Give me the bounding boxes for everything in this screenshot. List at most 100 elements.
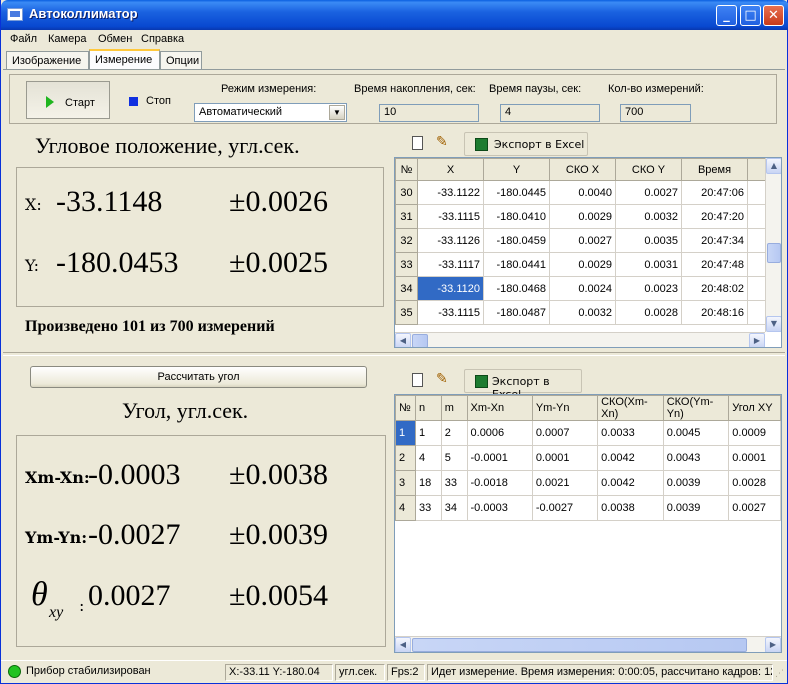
- table-cell[interactable]: 34: [440, 495, 468, 521]
- export-excel-button[interactable]: Экспорт в Excel: [464, 132, 588, 156]
- col-header[interactable]: №: [395, 395, 416, 421]
- accum-input[interactable]: 10: [379, 104, 479, 122]
- col-header[interactable]: n: [414, 395, 442, 421]
- table-cell[interactable]: 20:47:34: [681, 228, 748, 253]
- table-row[interactable]: 32 -33.1126 -180.0459 0.0027 0.0035 20:47:34: [395, 228, 778, 253]
- table-cell[interactable]: -33.1117: [417, 252, 484, 277]
- menu-exchange[interactable]: Обмен: [98, 33, 132, 45]
- table-cell[interactable]: 0.0007: [531, 420, 599, 446]
- table-cell[interactable]: -180.0459: [483, 228, 550, 253]
- row-index-cell[interactable]: 32: [395, 228, 418, 253]
- table-cell[interactable]: -33.1120: [417, 276, 484, 301]
- table-cell[interactable]: 0.0043: [662, 445, 730, 471]
- calc-angle-button[interactable]: Рассчитать угол: [30, 366, 367, 388]
- stop-button[interactable]: Стоп: [112, 81, 184, 119]
- table-cell[interactable]: 0.0032: [615, 204, 682, 229]
- maximize-button[interactable]: □: [740, 5, 761, 26]
- row-index-cell[interactable]: 4: [395, 495, 416, 521]
- scroll-left-icon[interactable]: ◀: [395, 333, 411, 347]
- export-excel-button[interactable]: Экспорт в Excel: [464, 369, 582, 401]
- table-row[interactable]: 34 -33.1120 -180.0468 0.0024 0.0023 20:48:02: [395, 276, 778, 301]
- table-cell[interactable]: -33.1115: [417, 300, 484, 325]
- clear-brush-icon[interactable]: ✎: [436, 371, 448, 387]
- col-header[interactable]: Ym-Yn: [531, 395, 599, 421]
- table-cell[interactable]: 4: [414, 445, 442, 471]
- close-button[interactable]: ✕: [763, 5, 784, 26]
- col-header[interactable]: СКО X: [549, 158, 616, 181]
- table-cell[interactable]: 0.0042: [597, 445, 664, 471]
- new-file-icon[interactable]: [412, 136, 423, 150]
- table-cell[interactable]: 0.0001: [728, 445, 781, 471]
- minimize-button[interactable]: _: [716, 5, 737, 26]
- col-header[interactable]: СКО Y: [615, 158, 682, 181]
- table-cell[interactable]: -0.0027: [531, 495, 599, 521]
- row-index-cell[interactable]: 34: [395, 276, 418, 301]
- table-cell[interactable]: 0.0029: [549, 252, 616, 277]
- table-cell[interactable]: 0.0001: [531, 445, 599, 471]
- table-row[interactable]: 4 33 34 -0.0003 -0.0027 0.0038 0.0039 0.0027: [395, 495, 781, 521]
- table-cell[interactable]: 20:48:02: [681, 276, 748, 301]
- table-cell[interactable]: 0.0028: [615, 300, 682, 325]
- table-cell[interactable]: 18: [414, 470, 442, 496]
- count-input[interactable]: 700: [620, 104, 691, 122]
- table-row[interactable]: 30 -33.1122 -180.0445 0.0040 0.0027 20:47:06: [395, 180, 778, 205]
- table-cell[interactable]: 0.0045: [662, 420, 730, 446]
- row-index-cell[interactable]: 3: [395, 470, 416, 496]
- col-header[interactable]: X: [417, 158, 484, 181]
- col-header[interactable]: Время: [681, 158, 748, 181]
- table-cell[interactable]: -180.0445: [483, 180, 550, 205]
- row-index-cell[interactable]: 31: [395, 204, 418, 229]
- table-cell[interactable]: 0.0023: [615, 276, 682, 301]
- scroll-down-icon[interactable]: ▼: [766, 316, 781, 332]
- mode-select[interactable]: Автоматический ▼: [194, 103, 347, 122]
- table-cell[interactable]: 20:47:48: [681, 252, 748, 277]
- table-cell[interactable]: 0.0028: [728, 470, 781, 496]
- table-cell[interactable]: -0.0001: [466, 445, 533, 471]
- splitter[interactable]: [3, 352, 785, 356]
- table-cell[interactable]: 0.0042: [597, 470, 664, 496]
- tab-image[interactable]: Изображение: [6, 51, 89, 69]
- tab-measurement[interactable]: Измерение: [89, 49, 160, 69]
- table-cell[interactable]: 20:47:06: [681, 180, 748, 205]
- table-cell[interactable]: 0.0006: [466, 420, 533, 446]
- table-cell[interactable]: 0.0040: [549, 180, 616, 205]
- new-file-icon[interactable]: [412, 373, 423, 387]
- resize-grip-icon[interactable]: ⋰: [775, 669, 785, 681]
- title-bar[interactable]: Автоколлиматор _ □ ✕: [1, 0, 788, 30]
- table-cell[interactable]: 0.0024: [549, 276, 616, 301]
- table-cell[interactable]: 0.0039: [662, 495, 730, 521]
- angle-results-grid[interactable]: № n m Xm-Xn Ym-Yn СКО(Xm-Xn) СКО(Ym-Yn) …: [394, 394, 782, 653]
- scroll-right-icon[interactable]: ▶: [765, 637, 781, 652]
- table-cell[interactable]: -33.1122: [417, 180, 484, 205]
- table-cell[interactable]: 5: [440, 445, 468, 471]
- table-cell[interactable]: 0.0031: [615, 252, 682, 277]
- table-cell[interactable]: 0.0029: [549, 204, 616, 229]
- col-header[interactable]: Угол XY: [728, 395, 781, 421]
- table-row[interactable]: 3 18 33 -0.0018 0.0021 0.0042 0.0039 0.0028: [395, 470, 781, 496]
- col-header[interactable]: Xm-Xn: [466, 395, 533, 421]
- row-index-cell[interactable]: 30: [395, 180, 418, 205]
- table-cell[interactable]: 0.0027: [549, 228, 616, 253]
- grid1-hscroll[interactable]: ◀ ▶: [395, 332, 765, 347]
- table-row[interactable]: 1 1 2 0.0006 0.0007 0.0033 0.0045 0.0009: [395, 420, 781, 446]
- clear-brush-icon[interactable]: ✎: [436, 134, 448, 150]
- table-row[interactable]: 31 -33.1115 -180.0410 0.0029 0.0032 20:47:20: [395, 204, 778, 229]
- table-cell[interactable]: -33.1126: [417, 228, 484, 253]
- start-button[interactable]: Старт: [26, 81, 110, 119]
- table-cell[interactable]: 0.0038: [597, 495, 664, 521]
- table-cell[interactable]: 0.0027: [728, 495, 781, 521]
- table-cell[interactable]: 20:47:20: [681, 204, 748, 229]
- col-header[interactable]: СКО(Xm-Xn): [597, 395, 664, 421]
- scroll-up-icon[interactable]: ▲: [766, 158, 781, 174]
- table-row[interactable]: 35 -33.1115 -180.0487 0.0032 0.0028 20:48:16: [395, 300, 778, 325]
- grid1-vthumb[interactable]: [767, 243, 781, 263]
- row-index-cell[interactable]: 35: [395, 300, 418, 325]
- table-cell[interactable]: 2: [440, 420, 468, 446]
- measurements-grid[interactable]: № X Y СКО X СКО Y Время 30 -33.1122 -180.0…: [394, 157, 782, 348]
- menu-file[interactable]: Файл: [10, 33, 37, 45]
- row-index-cell[interactable]: 2: [395, 445, 416, 471]
- grid2-hthumb[interactable]: [412, 638, 747, 652]
- table-cell[interactable]: 0.0035: [615, 228, 682, 253]
- col-header[interactable]: №: [395, 158, 418, 181]
- table-cell[interactable]: -33.1115: [417, 204, 484, 229]
